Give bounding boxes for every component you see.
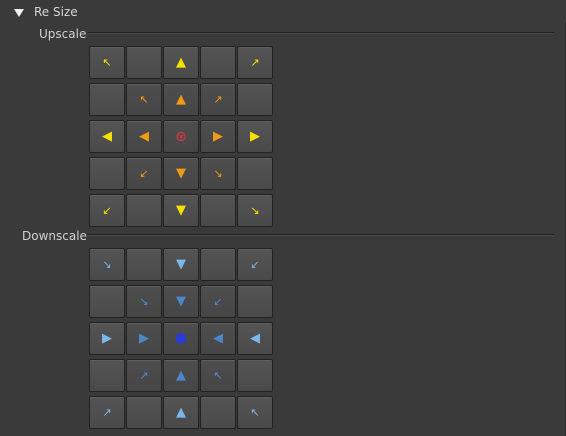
upscale-anchor-button-r1-c3[interactable]: ▲ — [163, 46, 199, 79]
arrow-up-left-icon: ↖ — [250, 406, 260, 419]
arrow-up-icon: ▲ — [176, 368, 186, 383]
downscale-anchor-button-r4-c4[interactable]: ↖ — [200, 359, 236, 392]
arrow-left-icon: ◀ — [139, 129, 149, 144]
downscale-anchor-button-r2-c3[interactable]: ▼ — [163, 285, 199, 318]
upscale-anchor-button-r3-c1[interactable]: ◀ — [89, 120, 125, 153]
downscale-anchor-button-r4-c5[interactable] — [237, 359, 273, 392]
arrow-down-icon: ▼ — [176, 203, 186, 218]
arrow-right-icon: ▶ — [139, 331, 149, 346]
arrow-up-left-icon: ↖ — [102, 56, 112, 69]
arrow-up-icon: ▲ — [176, 55, 186, 70]
downscale-anchor-button-r5-c4[interactable] — [200, 396, 236, 429]
arrow-up-icon: ▲ — [176, 405, 186, 420]
arrow-up-left-icon: ↖ — [139, 93, 149, 106]
downscale-anchor-button-r5-c5[interactable]: ↖ — [237, 396, 273, 429]
arrow-left-icon: ◀ — [102, 129, 112, 144]
upscale-anchor-button-r5-c1[interactable]: ↙ — [89, 194, 125, 227]
upscale-label: Upscale — [39, 27, 87, 41]
upscale-anchor-button-r3-c5[interactable]: ▶ — [237, 120, 273, 153]
downscale-anchor-button-r2-c5[interactable] — [237, 285, 273, 318]
downscale-anchor-button-r4-c2[interactable]: ↗ — [126, 359, 162, 392]
downscale-anchor-button-r3-c1[interactable]: ▶ — [89, 322, 125, 355]
downscale-anchor-button-r5-c1[interactable]: ↗ — [89, 396, 125, 429]
upscale-anchor-button-r1-c4[interactable] — [200, 46, 236, 79]
arrow-down-icon: ▼ — [176, 166, 186, 181]
downscale-anchor-button-r3-c3[interactable]: ⬢ — [163, 322, 199, 355]
arrow-down-left-icon: ↙ — [139, 167, 149, 180]
upscale-anchor-button-r5-c4[interactable] — [200, 194, 236, 227]
arrow-right-icon: ▶ — [213, 129, 223, 144]
downscale-anchor-button-r3-c5[interactable]: ◀ — [237, 322, 273, 355]
upscale-anchor-button-r2-c5[interactable] — [237, 83, 273, 116]
downscale-anchor-button-r1-c4[interactable] — [200, 248, 236, 281]
upscale-anchor-button-r3-c3[interactable]: ⊛ — [163, 120, 199, 153]
upscale-anchor-button-r1-c5[interactable]: ↗ — [237, 46, 273, 79]
downscale-grid: ↘ ▼ ↙ ↘ ▼ ↙ ▶ ▶ ⬢ ◀ ◀ ↗ ▲ ↖ ↗ ▲ ↖ — [89, 248, 273, 429]
arrow-down-right-icon: ↘ — [139, 295, 149, 308]
resize-panel: Re Size Upscale ↖ ▲ ↗ ↖ ▲ ↗ ◀ ◀ ⊛ ▶ ▶ ↙ ▼ ↘ ↙ ▼ ↘ Downsc… — [0, 0, 566, 436]
upscale-anchor-button-r2-c2[interactable]: ↖ — [126, 83, 162, 116]
upscale-anchor-button-r5-c2[interactable] — [126, 194, 162, 227]
upscale-anchor-button-r4-c4[interactable]: ↘ — [200, 157, 236, 190]
upscale-anchor-button-r1-c1[interactable]: ↖ — [89, 46, 125, 79]
arrow-down-right-icon: ↘ — [250, 204, 260, 217]
arrow-up-right-icon: ↗ — [102, 406, 112, 419]
upscale-anchor-button-r4-c3[interactable]: ▼ — [163, 157, 199, 190]
arrow-down-right-icon: ↘ — [213, 167, 223, 180]
arrow-down-left-icon: ↙ — [213, 295, 223, 308]
downscale-anchor-button-r3-c4[interactable]: ◀ — [200, 322, 236, 355]
upscale-anchor-button-r1-c2[interactable] — [126, 46, 162, 79]
downscale-anchor-button-r5-c3[interactable]: ▲ — [163, 396, 199, 429]
downscale-label: Downscale — [22, 229, 87, 243]
upscale-anchor-button-r2-c1[interactable] — [89, 83, 125, 116]
upscale-divider — [87, 32, 554, 33]
downscale-anchor-button-r2-c2[interactable]: ↘ — [126, 285, 162, 318]
upscale-anchor-button-r4-c5[interactable] — [237, 157, 273, 190]
center-target-icon: ⬢ — [174, 330, 188, 347]
arrow-down-left-icon: ↙ — [250, 258, 260, 271]
arrow-down-left-icon: ↙ — [102, 204, 112, 217]
arrow-left-icon: ◀ — [213, 331, 223, 346]
section-title: Re Size — [34, 5, 78, 19]
arrow-up-left-icon: ↖ — [213, 369, 223, 382]
collapse-triangle-icon[interactable] — [14, 9, 24, 17]
arrow-down-icon: ▼ — [176, 294, 186, 309]
downscale-anchor-button-r1-c5[interactable]: ↙ — [237, 248, 273, 281]
downscale-anchor-button-r2-c1[interactable] — [89, 285, 125, 318]
downscale-anchor-button-r1-c1[interactable]: ↘ — [89, 248, 125, 281]
upscale-anchor-button-r2-c3[interactable]: ▲ — [163, 83, 199, 116]
downscale-divider — [87, 234, 554, 235]
upscale-anchor-button-r3-c2[interactable]: ◀ — [126, 120, 162, 153]
downscale-anchor-button-r1-c2[interactable] — [126, 248, 162, 281]
upscale-anchor-button-r5-c3[interactable]: ▼ — [163, 194, 199, 227]
upscale-anchor-button-r5-c5[interactable]: ↘ — [237, 194, 273, 227]
arrow-up-right-icon: ↗ — [213, 93, 223, 106]
center-target-icon: ⊛ — [175, 128, 187, 145]
arrow-down-right-icon: ↘ — [102, 258, 112, 271]
arrow-up-right-icon: ↗ — [139, 369, 149, 382]
upscale-grid: ↖ ▲ ↗ ↖ ▲ ↗ ◀ ◀ ⊛ ▶ ▶ ↙ ▼ ↘ ↙ ▼ ↘ — [89, 46, 273, 227]
downscale-anchor-button-r1-c3[interactable]: ▼ — [163, 248, 199, 281]
arrow-right-icon: ▶ — [102, 331, 112, 346]
upscale-anchor-button-r2-c4[interactable]: ↗ — [200, 83, 236, 116]
arrow-up-icon: ▲ — [176, 92, 186, 107]
upscale-anchor-button-r4-c2[interactable]: ↙ — [126, 157, 162, 190]
downscale-anchor-button-r4-c3[interactable]: ▲ — [163, 359, 199, 392]
arrow-up-right-icon: ↗ — [250, 56, 260, 69]
downscale-anchor-button-r2-c4[interactable]: ↙ — [200, 285, 236, 318]
arrow-left-icon: ◀ — [250, 331, 260, 346]
upscale-anchor-button-r4-c1[interactable] — [89, 157, 125, 190]
resize-section-header[interactable]: Re Size — [14, 4, 78, 20]
downscale-anchor-button-r3-c2[interactable]: ▶ — [126, 322, 162, 355]
downscale-anchor-button-r4-c1[interactable] — [89, 359, 125, 392]
upscale-anchor-button-r3-c4[interactable]: ▶ — [200, 120, 236, 153]
arrow-right-icon: ▶ — [250, 129, 260, 144]
arrow-down-icon: ▼ — [176, 257, 186, 272]
downscale-anchor-button-r5-c2[interactable] — [126, 396, 162, 429]
